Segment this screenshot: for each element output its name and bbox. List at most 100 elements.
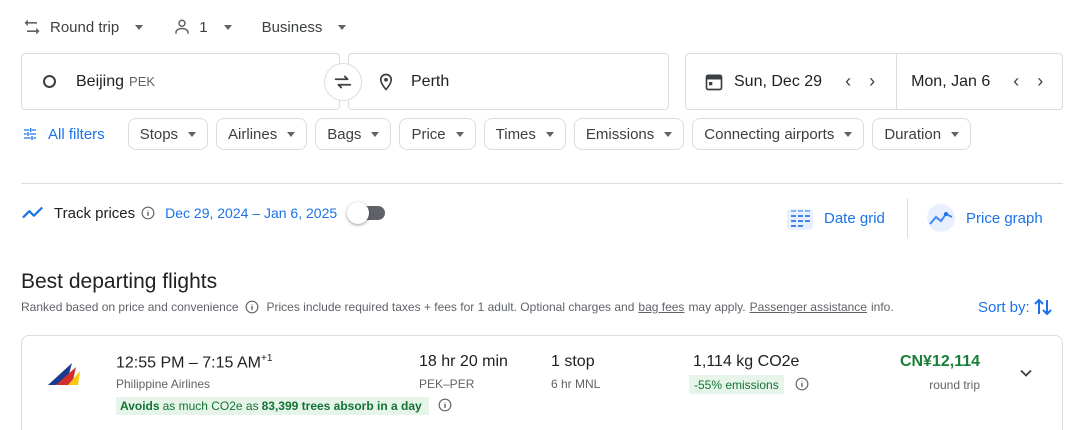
location-pin-icon: [379, 73, 393, 91]
filter-times[interactable]: Times: [483, 118, 566, 150]
prices-text-2: may apply.: [688, 300, 746, 314]
airline-logo: [48, 363, 80, 385]
flight-co2: 1,114 kg CO2e: [693, 353, 800, 370]
filters-bar: All filters Stops Airlines Bags Price Ti…: [22, 117, 979, 151]
toggle-knob: [347, 202, 370, 224]
trip-type-select[interactable]: Round trip: [22, 14, 144, 40]
results-info-line: Ranked based on price and convenience Pr…: [21, 298, 894, 316]
ranked-text: Ranked based on price and convenience: [21, 300, 239, 314]
info-icon[interactable]: [245, 300, 259, 314]
caret-down-icon: [223, 24, 232, 30]
filter-connecting-airports[interactable]: Connecting airports: [692, 118, 865, 150]
info-icon[interactable]: [438, 398, 452, 412]
filter-label: Airlines: [228, 125, 278, 143]
eco-badge: Avoids as much CO2e as 83,399 trees abso…: [116, 397, 429, 415]
flight-duration: 18 hr 20 min: [419, 353, 508, 370]
filter-emissions[interactable]: Emissions: [573, 118, 685, 150]
caret-down-icon: [371, 131, 380, 137]
price-graph-button[interactable]: Price graph: [926, 203, 1043, 233]
flight-price: CN¥12,114: [899, 353, 980, 370]
caret-down-icon: [844, 131, 853, 137]
price-graph-icon: [927, 204, 955, 232]
return-prev-day-button[interactable]: ‹: [1004, 71, 1028, 92]
trip-type-label: Round trip: [50, 18, 120, 36]
track-prices-toggle[interactable]: [347, 202, 386, 224]
date-divider: [896, 53, 898, 110]
info-icon[interactable]: [141, 206, 155, 220]
track-prices-label: Track prices: [54, 204, 136, 222]
cabin-class-label: Business: [261, 18, 323, 36]
vertical-divider: [907, 198, 908, 238]
destination-city: Perth: [411, 72, 450, 90]
dates-field: Sun, Dec 29 ‹ › Mon, Jan 6 ‹ ›: [685, 53, 1063, 110]
return-date[interactable]: Mon, Jan 6: [911, 73, 990, 91]
caret-down-icon: [455, 131, 464, 137]
filter-label: Price: [411, 125, 446, 143]
filter-airlines[interactable]: Airlines: [216, 118, 308, 150]
all-filters-button[interactable]: All filters: [22, 126, 105, 143]
section-heading: Best departing flights: [21, 270, 218, 293]
prices-text: Prices include required taxes + fees for…: [266, 300, 635, 314]
filter-bags[interactable]: Bags: [315, 118, 392, 150]
return-next-day-button[interactable]: ›: [1028, 71, 1052, 92]
depart-prev-day-button[interactable]: ‹: [836, 71, 860, 92]
filter-label: Times: [495, 125, 536, 143]
date-grid-icon: [787, 209, 813, 230]
passenger-assistance-link[interactable]: Passenger assistance: [750, 300, 867, 314]
depart-next-day-button[interactable]: ›: [860, 71, 884, 92]
filter-label: Emissions: [585, 125, 655, 143]
filter-label: Connecting airports: [704, 125, 835, 143]
filter-stops[interactable]: Stops: [127, 118, 209, 150]
flight-route: PEK–PER: [419, 377, 475, 391]
calendar-icon: [705, 74, 723, 90]
person-icon: [175, 19, 189, 34]
passengers-count: 1: [199, 18, 208, 36]
sort-by-label: Sort by:: [978, 298, 1030, 316]
price-graph-label: Price graph: [966, 209, 1043, 227]
caret-down-icon: [135, 24, 144, 30]
origin-field[interactable]: Beijing PEK: [21, 53, 340, 110]
caret-down-icon: [545, 131, 554, 137]
eco-prefix: Avoids: [120, 399, 160, 413]
flight-result-card[interactable]: 12:55 PM – 7:15 AM+1 Philippine Airlines…: [21, 335, 1063, 430]
bag-fees-link[interactable]: bag fees: [638, 300, 684, 314]
filter-price[interactable]: Price: [399, 118, 476, 150]
filter-label: Duration: [884, 125, 942, 143]
tune-icon: [24, 128, 36, 140]
swap-arrows-icon: [24, 19, 40, 35]
flight-times: 12:55 PM – 7:15 AM+1: [116, 353, 272, 372]
emissions-badge: -55% emissions: [689, 375, 784, 394]
airline-name: Philippine Airlines: [116, 377, 211, 391]
track-prices-row: Track prices Dec 29, 2024 – Jan 6, 2025: [22, 201, 386, 225]
destination-field[interactable]: Perth: [348, 53, 669, 110]
track-date-range: Dec 29, 2024 – Jan 6, 2025: [165, 205, 338, 221]
origin-city: Beijing: [76, 72, 125, 90]
times-text: 12:55 PM – 7:15 AM: [116, 354, 261, 372]
all-filters-label: All filters: [48, 125, 105, 143]
prices-text-3: info.: [870, 300, 894, 314]
date-grid-label: Date grid: [824, 209, 885, 227]
filter-label: Stops: [139, 125, 179, 143]
caret-down-icon: [664, 131, 673, 137]
swap-locations-button[interactable]: [324, 63, 362, 101]
trending-up-icon: [22, 206, 43, 219]
caret-down-icon: [951, 131, 960, 137]
depart-date[interactable]: Sun, Dec 29: [734, 73, 822, 91]
expand-chevron-icon[interactable]: [1016, 363, 1036, 383]
cabin-class-select[interactable]: Business: [262, 14, 347, 40]
eco-text: as much CO2e as: [162, 399, 259, 413]
swap-icon: [334, 75, 352, 89]
caret-down-icon: [188, 131, 197, 137]
filter-label: Bags: [327, 125, 362, 143]
caret-down-icon: [338, 24, 347, 30]
info-icon[interactable]: [795, 377, 809, 391]
trip-options-bar: Round trip 1 Business: [22, 14, 376, 40]
filter-duration[interactable]: Duration: [872, 118, 972, 150]
eco-trees: 83,399 trees absorb in a day: [261, 399, 422, 413]
origin-circle-icon: [43, 75, 56, 88]
sort-by-button[interactable]: Sort by:: [978, 297, 1052, 317]
flight-layover: 6 hr MNL: [551, 377, 601, 391]
date-grid-button[interactable]: Date grid: [786, 203, 885, 233]
passengers-select[interactable]: 1: [173, 14, 232, 40]
flight-stops: 1 stop: [551, 353, 595, 370]
